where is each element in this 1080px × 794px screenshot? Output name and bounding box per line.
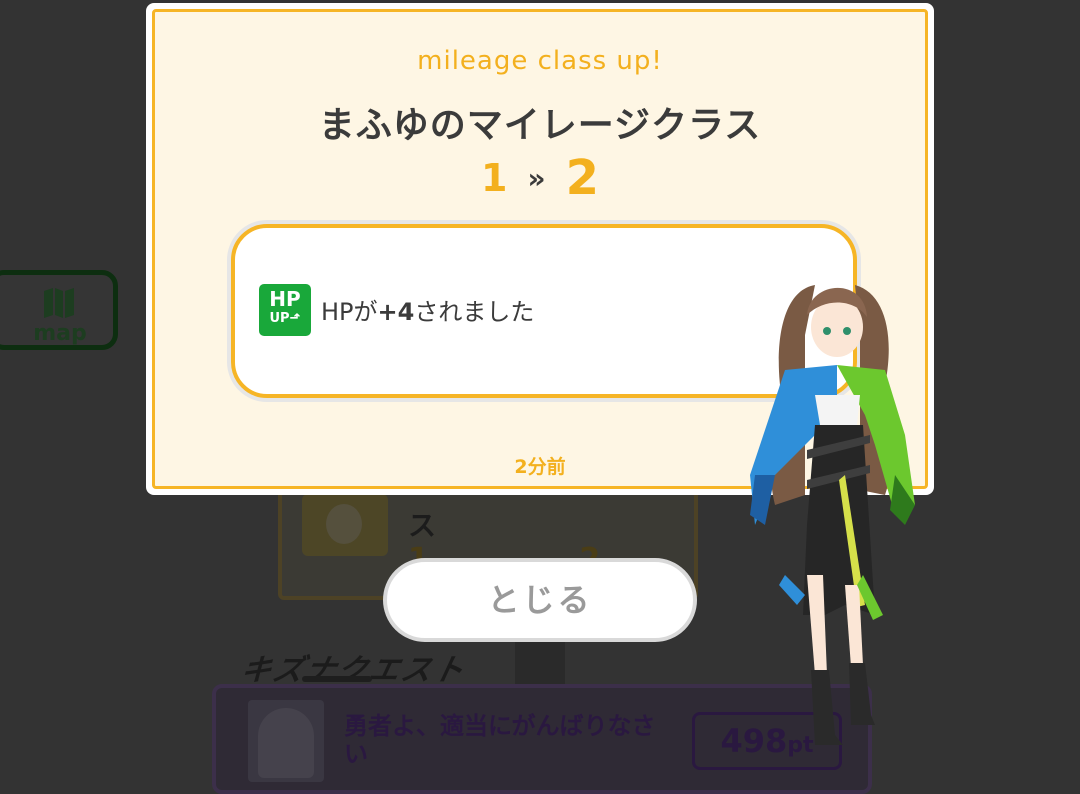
map-button[interactable]: map xyxy=(0,270,118,350)
class-change: 1 » 2 xyxy=(155,150,925,206)
hp-badge-top: HP xyxy=(269,287,301,311)
class-from: 1 xyxy=(481,156,508,200)
modal-title: まふゆのマイレージクラス xyxy=(318,105,762,146)
reward-value: +4 xyxy=(377,298,415,326)
close-button[interactable]: とじる xyxy=(383,558,697,642)
banner-avatar xyxy=(248,700,324,782)
class-to: 2 xyxy=(565,150,599,206)
reward-text: HPが+4されました xyxy=(321,292,534,327)
reward-prefix: HPが xyxy=(321,298,378,326)
game-logo: キズナクエスト xyxy=(237,653,469,688)
reward-suffix: されました xyxy=(414,298,535,326)
hp-up-icon: HP UP⬏ xyxy=(259,284,311,336)
map-icon xyxy=(44,288,74,318)
banner-message: 勇者よ、適当にがんばりなさい xyxy=(344,712,656,768)
map-label: map xyxy=(33,321,87,346)
background-avatar xyxy=(302,494,388,556)
background-card-text: ス xyxy=(408,509,437,542)
double-arrow-icon: » xyxy=(527,161,546,195)
game-logo-subtitle xyxy=(302,676,372,682)
hp-badge-bottom: UP⬏ xyxy=(269,311,301,326)
modal-subtitle: mileage class up! xyxy=(417,46,663,76)
character-illustration xyxy=(750,285,915,745)
